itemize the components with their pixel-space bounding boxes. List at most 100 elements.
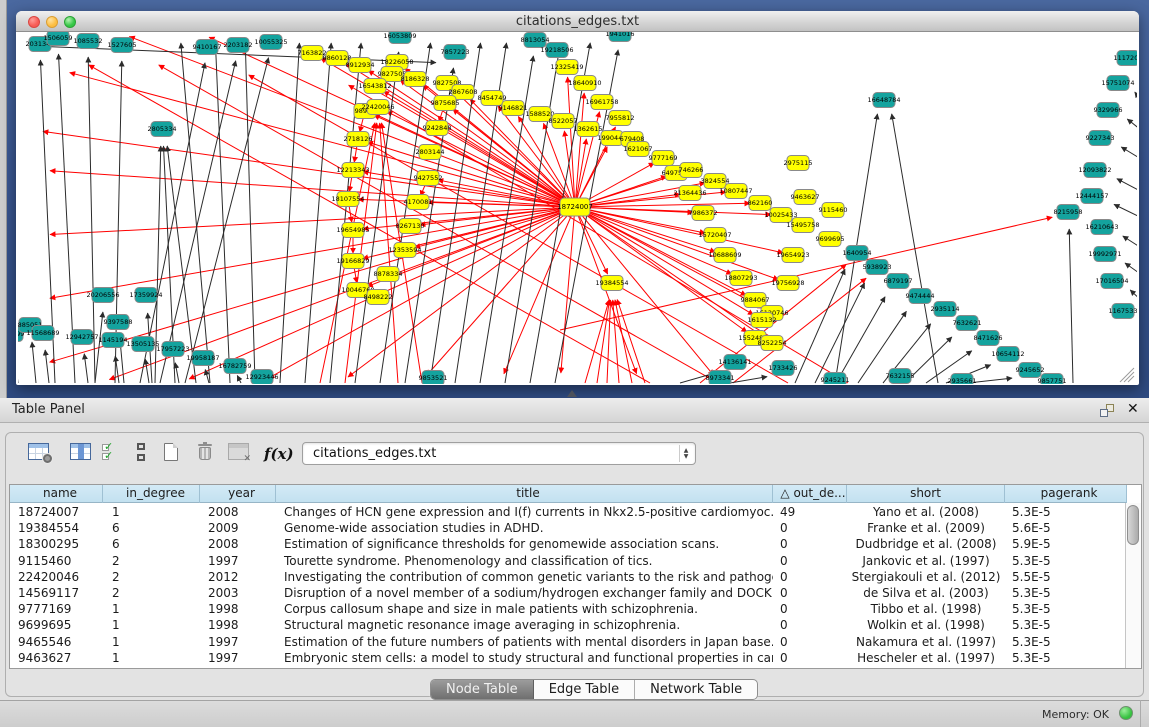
table-cell: Estimation of the future numbers of pati… bbox=[276, 634, 773, 650]
graph-edge[interactable] bbox=[560, 217, 1052, 330]
panel-splitter-handle[interactable] bbox=[567, 390, 577, 397]
graph-edge[interactable] bbox=[836, 297, 885, 383]
table-row[interactable]: 1456911722003Disruption of a novel membe… bbox=[10, 585, 1127, 601]
tab-edge-table[interactable]: Edge Table bbox=[534, 680, 635, 699]
graph-edge[interactable] bbox=[504, 207, 575, 374]
graph-edge[interactable] bbox=[115, 356, 119, 383]
graph-edge[interactable] bbox=[730, 377, 767, 383]
table-cell: 18300295 bbox=[10, 536, 103, 552]
graph-edge[interactable] bbox=[585, 300, 609, 383]
table-row[interactable]: 1938455462009Genome-wide association stu… bbox=[10, 520, 1127, 536]
graph-node-label: 18807293 bbox=[724, 274, 757, 282]
table-row[interactable]: 969969511998Structural magnetic resonanc… bbox=[10, 617, 1127, 633]
delete-table-icon bbox=[228, 443, 249, 460]
graph-node-label: 9245211 bbox=[821, 376, 850, 384]
table-cell: 9465546 bbox=[10, 634, 103, 650]
graph-edge[interactable] bbox=[1127, 119, 1137, 134]
graph-edge[interactable] bbox=[415, 207, 575, 248]
graph-edge[interactable] bbox=[617, 299, 645, 383]
table-cell: 2008 bbox=[200, 536, 276, 552]
graph-edge[interactable] bbox=[145, 359, 149, 383]
graph-edge[interactable] bbox=[568, 77, 575, 207]
graph-edge[interactable] bbox=[1114, 204, 1137, 220]
tab-network-table[interactable]: Network Table bbox=[635, 680, 757, 699]
graph-edge[interactable] bbox=[305, 43, 331, 383]
table-cell: Hescheler et al. (1997) bbox=[847, 650, 1005, 666]
table-row[interactable]: 2242004622012Investigating the contribut… bbox=[10, 569, 1127, 585]
table-cell: 0 bbox=[773, 569, 847, 585]
network-view-window[interactable]: citations_edges.txt 18724007716382288601… bbox=[16, 11, 1139, 385]
table-row[interactable]: 946362711997Embryonic stem cells: a mode… bbox=[10, 650, 1127, 666]
graph-edge[interactable] bbox=[330, 43, 361, 383]
graph-edge[interactable] bbox=[245, 43, 255, 383]
graph-node-label: 19166829 bbox=[336, 257, 369, 265]
table-cell: 0 bbox=[773, 601, 847, 617]
table-row[interactable]: 1830029562008Estimation of significance … bbox=[10, 536, 1127, 552]
column-header-short[interactable]: short bbox=[847, 485, 1005, 503]
table-cell: 5.3E-5 bbox=[1005, 601, 1127, 617]
select-all-rows-button[interactable]: ✓ ✓ bbox=[102, 443, 120, 461]
table-cell: Nakamura et al. (1997) bbox=[847, 634, 1005, 650]
graph-edge[interactable] bbox=[1117, 179, 1137, 194]
table-settings-button[interactable] bbox=[28, 443, 49, 460]
window-titlebar[interactable]: citations_edges.txt bbox=[16, 11, 1139, 32]
graph-edge[interactable] bbox=[1069, 229, 1073, 383]
table-row[interactable]: 911546021997Tourette syndrome. Phenomeno… bbox=[10, 553, 1127, 569]
graph-edge[interactable] bbox=[1135, 92, 1137, 107]
table-row[interactable]: 1872400712008Changes of HCN gene express… bbox=[10, 504, 1127, 520]
graph-edge[interactable] bbox=[1121, 147, 1137, 162]
graph-edge[interactable] bbox=[1130, 290, 1137, 305]
graph-edge[interactable] bbox=[892, 114, 938, 383]
network-graph[interactable]: 1872400771638228860128891293418226058982… bbox=[18, 32, 1137, 384]
graph-node-label: 14136141 bbox=[718, 358, 751, 366]
graph-edge[interactable] bbox=[32, 342, 36, 383]
column-header-title[interactable]: title bbox=[276, 485, 773, 503]
graph-edge[interactable] bbox=[815, 283, 865, 383]
table-cell: Changes of HCN gene expression and I(f) … bbox=[276, 504, 773, 520]
float-panel-icon[interactable] bbox=[1100, 404, 1114, 417]
graph-edge[interactable] bbox=[175, 363, 179, 383]
graph-edge[interactable] bbox=[427, 207, 575, 375]
table-scrollbar[interactable] bbox=[1125, 503, 1141, 668]
column-header-year[interactable]: year bbox=[200, 485, 276, 503]
table-header-row: namein_degreeyeartitle△ out_de...shortpa… bbox=[10, 485, 1127, 503]
graph-edge[interactable] bbox=[205, 370, 209, 384]
trash-icon bbox=[198, 443, 212, 461]
graph-node-label: 8498222 bbox=[364, 293, 393, 301]
table-row[interactable]: 977716911998Corpus callosum shape and si… bbox=[10, 601, 1127, 617]
column-header-in_degree[interactable]: in_degree bbox=[103, 485, 200, 503]
column-header-name[interactable]: name bbox=[10, 485, 103, 503]
graph-node-label: 5938923 bbox=[863, 263, 892, 271]
delete-table-button[interactable] bbox=[228, 443, 249, 460]
graph-edge[interactable] bbox=[1125, 263, 1137, 278]
close-panel-icon[interactable]: ✕ bbox=[1127, 401, 1139, 417]
graph-node-label: 9242848 bbox=[423, 124, 452, 132]
table-row[interactable]: 946554611997Estimation of the future num… bbox=[10, 634, 1127, 650]
resize-grip[interactable] bbox=[1120, 368, 1134, 382]
graph-edge[interactable] bbox=[45, 350, 49, 383]
graph-node-label: 12942757 bbox=[65, 333, 98, 341]
create-column-button[interactable] bbox=[164, 443, 178, 461]
graph-edge[interactable] bbox=[237, 376, 241, 384]
graph-edge[interactable] bbox=[84, 354, 88, 383]
graph-edge[interactable] bbox=[615, 300, 632, 383]
table-body: 1872400712008Changes of HCN gene express… bbox=[10, 504, 1127, 666]
column-header-pagerank[interactable]: pagerank bbox=[1005, 485, 1127, 503]
table-mode-button[interactable] bbox=[136, 443, 146, 461]
select-columns-button[interactable] bbox=[70, 443, 91, 460]
network-canvas[interactable]: 1872400771638228860128891293418226058982… bbox=[18, 32, 1137, 384]
function-builder-button[interactable]: f(x) bbox=[264, 444, 294, 463]
graph-edge[interactable] bbox=[50, 171, 575, 207]
column-header-out_de[interactable]: △ out_de... bbox=[773, 485, 847, 503]
table-cell: 0 bbox=[773, 553, 847, 569]
tab-node-table[interactable]: Node Table bbox=[431, 680, 534, 699]
graph-node-label: 19958187 bbox=[186, 354, 219, 362]
table-selector-dropdown[interactable]: citations_edges.txt ▲▼ bbox=[302, 442, 696, 465]
table-cell: 6 bbox=[103, 536, 200, 552]
graph-edge[interactable] bbox=[95, 312, 103, 383]
graph-edge[interactable] bbox=[181, 43, 210, 383]
graph-edge[interactable] bbox=[1123, 236, 1137, 251]
delete-column-button[interactable] bbox=[198, 443, 212, 461]
scrollbar-thumb[interactable] bbox=[1127, 505, 1139, 545]
table-cell: 49 bbox=[773, 504, 847, 520]
